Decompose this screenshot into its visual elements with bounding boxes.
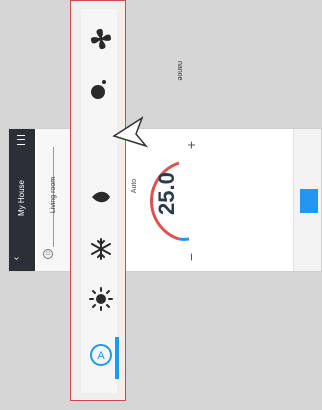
heat-mode-button[interactable]	[83, 279, 119, 319]
fan-mode-button[interactable]	[83, 19, 119, 59]
nanoe-label: nanoe	[176, 61, 183, 81]
sun-icon	[89, 287, 113, 311]
app-header: My House ‹	[9, 129, 35, 271]
svg-text:A: A	[97, 350, 105, 362]
active-mode-indicator[interactable]	[300, 189, 318, 213]
room-list: Living room ⏻	[37, 129, 72, 271]
nanoe-mode-button[interactable]	[83, 69, 119, 109]
app-title: My House	[17, 180, 26, 217]
auto-mode-button[interactable]: A	[83, 335, 119, 375]
mode-label: Auto	[131, 178, 138, 194]
mouse-cursor-icon	[112, 116, 149, 148]
auto-mode-icon: A	[90, 344, 112, 366]
decrease-temp-button[interactable]: −	[183, 253, 199, 261]
power-icon[interactable]: ⏻	[43, 249, 53, 259]
fan-icon	[91, 29, 111, 49]
app-screen: My House ‹ Living room ⏻ Auto 25.0 + −	[8, 128, 322, 272]
nanoe-icon	[91, 80, 106, 99]
dry-mode-button[interactable]	[83, 177, 119, 217]
increase-temp-button[interactable]: +	[183, 141, 199, 149]
temperature-value: 25.0	[154, 172, 179, 215]
active-mode-bar	[115, 337, 119, 379]
drop-icon	[92, 191, 110, 203]
side-modes	[293, 129, 321, 271]
snowflake-icon	[91, 238, 111, 260]
menu-icon[interactable]	[17, 135, 25, 145]
room-name[interactable]: Living room	[50, 150, 62, 240]
back-icon[interactable]: ‹	[11, 257, 22, 260]
cool-mode-button[interactable]	[83, 229, 119, 269]
mode-selector-panel: nanoe A	[70, 0, 183, 401]
